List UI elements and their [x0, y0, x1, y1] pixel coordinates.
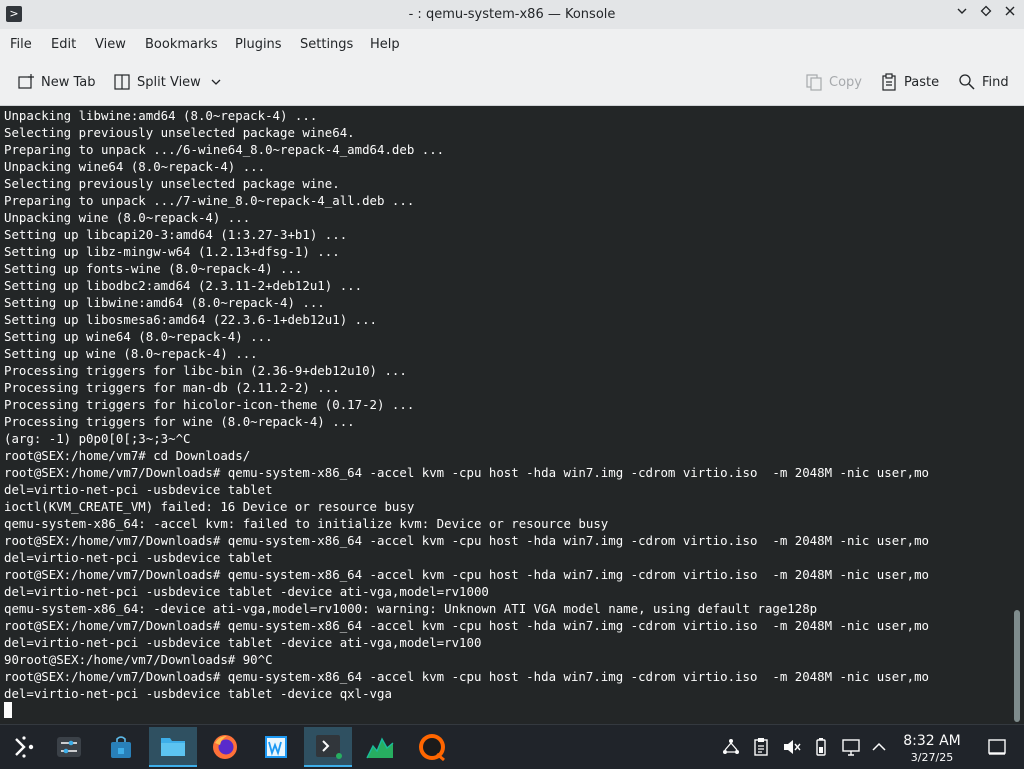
chevron-up-icon[interactable] — [869, 737, 889, 757]
terminal-line: Setting up libcapi20-3:amd64 (1:3.27-3+b… — [4, 227, 348, 242]
terminal-output: Unpacking libwine:amd64 (8.0~repack-4) .… — [4, 107, 929, 702]
menu-help[interactable]: Help — [370, 37, 400, 52]
terminal-line: del=virtio-net-pci -usbdevice tablet -de… — [4, 635, 482, 650]
clock-time[interactable]: 8:32 AM — [892, 733, 972, 749]
terminal-line: Unpacking wine64 (8.0~repack-4) ... — [4, 159, 266, 174]
terminal-scrollbar[interactable] — [1014, 610, 1020, 722]
taskbar-system-monitor[interactable] — [356, 727, 404, 767]
taskbar-firefox[interactable] — [201, 727, 249, 767]
terminal-line: (arg: -1) p0p0[0[;3~;3~^C — [4, 431, 191, 446]
terminal-line: qemu-system-x86_64: -accel kvm: failed t… — [4, 516, 609, 531]
taskbar-konsole[interactable] — [304, 727, 352, 767]
copy-button[interactable]: Copy — [805, 73, 862, 91]
paste-label: Paste — [904, 74, 940, 90]
konsole-icon — [316, 735, 342, 759]
terminal-line: del=virtio-net-pci -usbdevice tablet — [4, 482, 273, 497]
copy-icon — [806, 74, 822, 91]
volume-muted-icon[interactable] — [781, 737, 801, 757]
taskbar-file-manager[interactable] — [149, 727, 197, 767]
shopping-bag-icon — [111, 736, 131, 758]
terminal-line: qemu-system-x86_64: -device ati-vga,mode… — [4, 601, 818, 616]
copy-label: Copy — [829, 74, 862, 90]
application-launcher-button[interactable] — [0, 727, 48, 767]
taskbar: 8:32 AM 3/27/25 — [0, 724, 1024, 769]
paste-icon — [882, 73, 896, 91]
title-bar: > - : qemu-system-x86 — Konsole — [0, 0, 1024, 29]
text-editor-icon — [265, 736, 287, 758]
terminal-line: root@SEX:/home/vm7/Downloads# qemu-syste… — [4, 465, 930, 480]
menu-file[interactable]: File — [10, 37, 32, 52]
clipboard-icon[interactable] — [751, 737, 771, 757]
terminal-line: Processing triggers for hicolor-icon-the… — [4, 397, 415, 412]
qemu-icon — [419, 734, 445, 762]
new-tab-button[interactable]: New Tab — [17, 73, 96, 91]
terminal-line: Unpacking libwine:amd64 (8.0~repack-4) .… — [4, 108, 318, 123]
toolbar: New Tab Split View Copy Paste Find — [0, 59, 1024, 106]
terminal-line: Preparing to unpack .../6-wine64_8.0~rep… — [4, 142, 445, 157]
taskbar-discover[interactable] — [97, 727, 145, 767]
close-icon[interactable] — [1001, 5, 1019, 23]
clock-date[interactable]: 3/27/25 — [892, 751, 972, 764]
terminal-line: Processing triggers for man-db (2.11.2-2… — [4, 380, 340, 395]
minimize-icon[interactable] — [953, 5, 971, 23]
terminal-line: root@SEX:/home/vm7/Downloads# qemu-syste… — [4, 669, 930, 684]
maximize-icon[interactable] — [977, 5, 995, 23]
terminal-view[interactable]: Unpacking libwine:amd64 (8.0~repack-4) .… — [0, 106, 1024, 724]
terminal-line: del=virtio-net-pci -usbdevice tablet -de… — [4, 584, 489, 599]
terminal-line: root@SEX:/home/vm7# cd Downloads/ — [4, 448, 251, 463]
terminal-line: Setting up libosmesa6:amd64 (22.3.6-1+de… — [4, 312, 377, 327]
terminal-line: Setting up wine64 (8.0~repack-4) ... — [4, 329, 273, 344]
terminal-line: root@SEX:/home/vm7/Downloads# qemu-syste… — [4, 618, 930, 633]
terminal-line: Processing triggers for libc-bin (2.36-9… — [4, 363, 407, 378]
search-icon — [959, 74, 975, 90]
taskbar-qemu[interactable] — [408, 727, 456, 767]
find-button[interactable]: Find — [958, 73, 1009, 91]
sliders-icon — [57, 737, 81, 757]
display-icon[interactable] — [841, 737, 861, 757]
terminal-line: 90root@SEX:/home/vm7/Downloads# 90^C — [4, 652, 273, 667]
paste-button[interactable]: Paste — [880, 73, 939, 91]
terminal-line: Processing triggers for wine (8.0~repack… — [4, 414, 355, 429]
terminal-line: del=virtio-net-pci -usbdevice tablet -de… — [4, 686, 392, 701]
battery-icon[interactable] — [811, 737, 831, 757]
folder-icon — [161, 738, 185, 756]
menu-bookmarks[interactable]: Bookmarks — [145, 37, 218, 52]
terminal-line: Setting up fonts-wine (8.0~repack-4) ... — [4, 261, 303, 276]
menu-edit[interactable]: Edit — [51, 37, 76, 52]
firefox-icon — [213, 735, 237, 759]
terminal-line: Selecting previously unselected package … — [4, 125, 355, 140]
window-title: - : qemu-system-x86 — Konsole — [408, 7, 616, 22]
taskbar-system-settings[interactable] — [45, 727, 93, 767]
terminal-line: Setting up wine (8.0~repack-4) ... — [4, 346, 258, 361]
terminal-line: root@SEX:/home/vm7/Downloads# qemu-syste… — [4, 533, 930, 548]
new-tab-icon — [18, 74, 34, 89]
terminal-line: Setting up libwine:amd64 (8.0~repack-4) … — [4, 295, 325, 310]
split-view-button[interactable]: Split View — [113, 73, 227, 91]
network-share-icon[interactable] — [721, 737, 741, 757]
system-monitor-icon — [366, 737, 394, 759]
terminal-cursor — [4, 702, 12, 718]
new-tab-label: New Tab — [41, 74, 96, 90]
menu-plugins[interactable]: Plugins — [235, 37, 282, 52]
find-label: Find — [982, 74, 1009, 90]
show-desktop-icon[interactable] — [987, 737, 1007, 757]
chevron-down-icon — [211, 79, 221, 85]
launcher-icon — [15, 736, 34, 758]
terminal-line: Preparing to unpack .../7-wine_8.0~repac… — [4, 193, 415, 208]
menu-view[interactable]: View — [95, 37, 126, 52]
terminal-line: Unpacking wine (8.0~repack-4) ... — [4, 210, 251, 225]
split-view-label: Split View — [137, 74, 201, 90]
menu-bar: File Edit View Bookmarks Plugins Setting… — [0, 29, 1024, 59]
terminal-line: ioctl(KVM_CREATE_VM) failed: 16 Device o… — [4, 499, 415, 514]
terminal-line: Setting up libz-mingw-w64 (1.2.13+dfsg-1… — [4, 244, 340, 259]
terminal-line: root@SEX:/home/vm7/Downloads# qemu-syste… — [4, 567, 930, 582]
split-view-icon — [114, 74, 130, 90]
terminal-line: del=virtio-net-pci -usbdevice tablet — [4, 550, 273, 565]
terminal-line: Setting up libodbc2:amd64 (2.3.11-2+deb1… — [4, 278, 363, 293]
terminal-line: Selecting previously unselected package … — [4, 176, 340, 191]
menu-settings[interactable]: Settings — [300, 37, 353, 52]
taskbar-text-editor[interactable] — [252, 727, 300, 767]
